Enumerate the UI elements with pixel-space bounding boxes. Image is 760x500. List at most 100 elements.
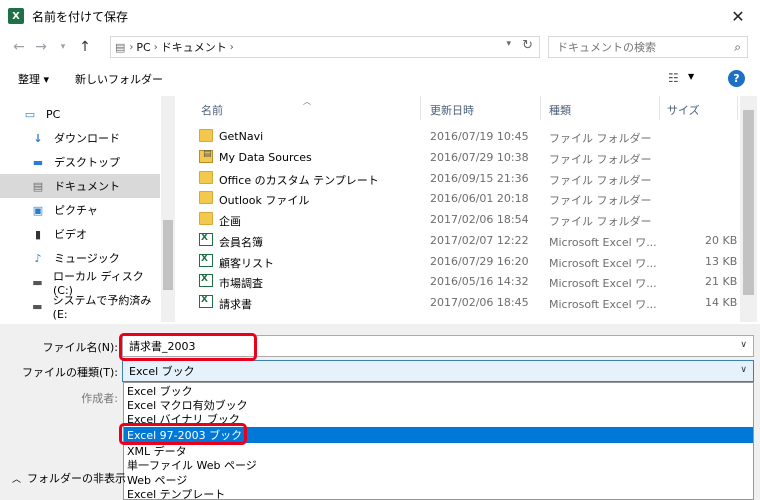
folder-icon [199, 191, 213, 204]
folder-icon [199, 171, 213, 184]
new-folder-button[interactable]: 新しいフォルダー [75, 71, 163, 87]
address-bar[interactable]: ▤ › PC › ドキュメント › ▾ ↻ [110, 36, 540, 58]
search-input[interactable] [557, 40, 727, 54]
nav-item-label: デスクトップ [54, 156, 120, 169]
nav-item-videos[interactable]: ▮ ビデオ [0, 222, 160, 246]
file-name: Outlook ファイル [219, 194, 310, 207]
file-row[interactable]: Office のカスタム テンプレート 2016/09/15 21:36 ファイ… [175, 168, 735, 188]
data-sources-folder-icon [199, 149, 213, 163]
nav-item-pictures[interactable]: ▣ ピクチャ [0, 198, 160, 222]
help-icon[interactable]: ? [728, 70, 745, 87]
recent-chevron-icon[interactable]: ▾ [52, 36, 74, 58]
file-row[interactable]: 請求書 2017/02/06 18:45 Microsoft Excel ワ..… [175, 292, 737, 312]
search-box[interactable]: ⌕ [548, 36, 748, 58]
nav-scroll-thumb[interactable] [163, 220, 173, 290]
file-row[interactable]: 企画 2017/02/06 18:54 ファイル フォルダー [175, 209, 735, 229]
file-type: Microsoft Excel ワ... [549, 277, 657, 290]
search-icon[interactable]: ⌕ [734, 40, 741, 55]
download-icon: ↓ [33, 131, 43, 145]
drive-icon: ▬ [32, 299, 43, 313]
file-type: Microsoft Excel ワ... [549, 257, 657, 270]
file-row[interactable]: GetNavi 2016/07/19 10:45 ファイル フォルダー [175, 126, 735, 146]
file-type: ファイル フォルダー [549, 194, 652, 207]
option-highlight-box [119, 423, 247, 445]
file-name: 企画 [219, 215, 241, 228]
filetype-option[interactable]: 単一ファイル Web ページ [124, 457, 753, 473]
filename-label: ファイル名(N): [42, 341, 118, 354]
file-list: ︿ 名前 更新日時 種類 サイズ GetNavi 2016/07/19 10:4… [175, 96, 760, 322]
command-bar: 整理 ▾ 新しいフォルダー ☷ ▼ ? [0, 64, 760, 94]
column-divider[interactable] [737, 96, 738, 120]
column-header-name[interactable]: 名前 [201, 102, 223, 118]
nav-item-desktop[interactable]: ▬ デスクトップ [0, 150, 160, 174]
folder-icon [199, 212, 213, 225]
file-size: 21 KB [705, 275, 738, 288]
file-type: ファイル フォルダー [549, 132, 652, 145]
refresh-icon[interactable]: ↻ [522, 38, 533, 53]
column-header-type[interactable]: 種類 [549, 102, 571, 118]
excel-file-icon [199, 233, 213, 246]
file-date: 2017/02/07 12:22 [430, 234, 529, 247]
file-date: 2016/05/16 14:32 [430, 275, 529, 288]
column-divider[interactable] [659, 96, 660, 120]
forward-arrow-icon[interactable]: → [30, 36, 52, 58]
file-type: ファイル フォルダー [549, 174, 652, 187]
chevron-down-icon[interactable]: ∨ [740, 340, 747, 350]
window-title: 名前を付けて保存 [32, 9, 129, 24]
back-arrow-icon[interactable]: ← [8, 36, 30, 58]
nav-item-reserved-drive[interactable]: ▬ システムで予約済み (E: [0, 293, 160, 321]
navigation-pane: ▭ PC ↓ ダウンロード ▬ デスクトップ ▤ ドキュメント ▣ ピクチャ ▮… [0, 96, 175, 322]
close-icon[interactable]: ✕ [726, 4, 750, 28]
sort-ascending-icon: ︿ [303, 97, 311, 106]
file-date: 2017/02/06 18:54 [430, 213, 529, 226]
document-icon: ▤ [32, 179, 44, 193]
file-date: 2016/06/01 20:18 [430, 192, 529, 205]
file-name: GetNavi [219, 130, 264, 143]
nav-item-pc[interactable]: ▭ PC [0, 102, 160, 126]
chevron-down-icon[interactable]: ▾ [506, 39, 511, 49]
filetype-select[interactable]: Excel ブック ∨ [122, 360, 754, 382]
nav-item-downloads[interactable]: ↓ ダウンロード [0, 126, 160, 150]
hide-folders-toggle[interactable]: ︿ フォルダーの非表示 [12, 470, 126, 486]
document-icon: ▤ [115, 40, 126, 54]
nav-item-label: システムで予約済み (E: [52, 293, 152, 321]
file-size: 13 KB [705, 255, 738, 268]
file-date: 2016/09/15 21:36 [430, 172, 529, 185]
column-divider[interactable] [420, 96, 421, 120]
excel-file-icon [199, 295, 213, 308]
nav-item-label: PC [46, 107, 61, 121]
file-row[interactable]: 市場調査 2016/05/16 14:32 Microsoft Excel ワ.… [175, 271, 738, 291]
file-row[interactable]: 顧客リスト 2016/07/29 16:20 Microsoft Excel ワ… [175, 251, 738, 271]
breadcrumb-documents[interactable]: ドキュメント [161, 39, 227, 55]
excel-file-icon [199, 254, 213, 267]
column-header-size[interactable]: サイズ [667, 102, 700, 118]
chevron-right-icon: › [229, 41, 234, 53]
address-row: ← → ▾ ↑ ▤ › PC › ドキュメント › ▾ ↻ ⌕ [0, 32, 760, 62]
file-type: Microsoft Excel ワ... [549, 236, 657, 249]
view-options-icon[interactable]: ☷ [668, 71, 679, 85]
chevron-down-icon[interactable]: ∨ [740, 365, 747, 375]
file-date: 2017/02/06 18:45 [430, 296, 529, 309]
file-list-scroll-thumb[interactable] [743, 110, 754, 295]
file-row[interactable]: Outlook ファイル 2016/06/01 20:18 ファイル フォルダー [175, 188, 735, 208]
filetype-option[interactable]: Excel テンプレート [124, 486, 753, 500]
organize-button[interactable]: 整理 ▾ [18, 71, 49, 87]
file-name: 市場調査 [219, 277, 263, 290]
nav-item-local-disk[interactable]: ▬ ローカル ディスク (C:) [0, 270, 160, 297]
column-header-date[interactable]: 更新日時 [430, 102, 474, 118]
file-name: My Data Sources [219, 151, 312, 164]
breadcrumb-pc[interactable]: PC [136, 41, 150, 54]
up-arrow-icon[interactable]: ↑ [74, 36, 96, 58]
nav-item-music[interactable]: ♪ ミュージック [0, 246, 160, 270]
chevron-right-icon: › [129, 41, 134, 53]
nav-item-label: ドキュメント [54, 180, 120, 193]
nav-item-label: ミュージック [54, 252, 120, 265]
file-size: 20 KB [705, 234, 738, 247]
nav-item-documents[interactable]: ▤ ドキュメント [0, 174, 160, 198]
chevron-down-icon[interactable]: ▼ [688, 72, 694, 81]
file-date: 2016/07/29 10:38 [430, 151, 529, 164]
file-row[interactable]: My Data Sources 2016/07/29 10:38 ファイル フォ… [175, 147, 735, 167]
column-divider[interactable] [540, 96, 541, 120]
file-row[interactable]: 会員名簿 2017/02/07 12:22 Microsoft Excel ワ.… [175, 230, 738, 250]
file-date: 2016/07/29 16:20 [430, 255, 529, 268]
